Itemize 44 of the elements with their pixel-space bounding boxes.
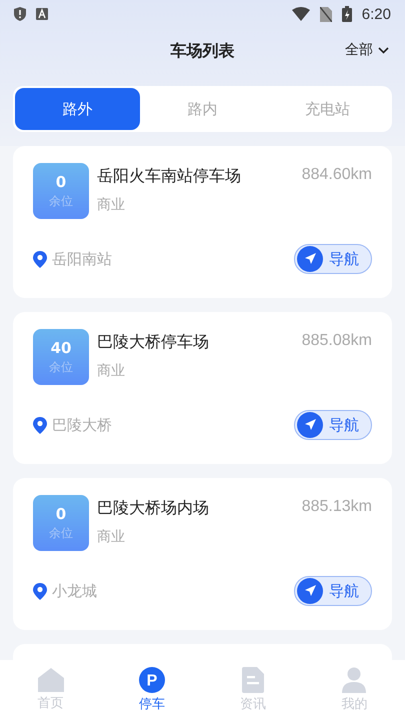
spaces-count: 0 [56, 504, 66, 522]
navigate-button[interactable]: 导航 [294, 244, 372, 274]
chevron-down-icon [378, 46, 389, 54]
parking-card[interactable]: 0 余位 巴陵大桥场内场 商业 885.13km 小龙城 导航 [13, 478, 392, 630]
navigate-button[interactable]: 导航 [294, 576, 372, 606]
navigate-button[interactable]: 导航 [294, 410, 372, 440]
lot-type: 商业 [97, 362, 126, 380]
segment-tab[interactable]: 充电站 [265, 88, 390, 130]
spaces-label: 余位 [49, 358, 73, 376]
location-pin-icon [33, 582, 47, 600]
home-icon [38, 668, 64, 692]
no-sim-icon [320, 6, 332, 22]
parking-card[interactable]: 0 余位 岳阳火车南站停车场 商业 884.60km 岳阳南站 导航 [13, 146, 392, 298]
distance: 884.60km [302, 166, 372, 184]
lot-name: 巴陵大桥停车场 [97, 332, 210, 353]
lot-name: 岳阳火车南站停车场 [97, 166, 242, 187]
location-pin-icon [33, 416, 47, 434]
wifi-icon [292, 7, 310, 21]
location-text: 岳阳南站 [52, 250, 112, 268]
filter-dropdown[interactable]: 全部 [345, 41, 389, 59]
document-icon [242, 667, 264, 693]
location-pin-icon [33, 250, 47, 268]
keyboard-icon [36, 8, 48, 20]
distance: 885.13km [302, 498, 372, 516]
parking-icon: P [138, 667, 165, 693]
location-text: 小龙城 [52, 582, 97, 600]
clock-time: 6:20 [362, 6, 391, 22]
distance: 885.08km [302, 332, 372, 350]
parking-card[interactable]: 40 余位 巴陵大桥停车场 商业 885.08km 巴陵大桥 导航 [13, 312, 392, 464]
person-icon [342, 667, 366, 693]
nav-tab[interactable]: P 停车 [101, 667, 202, 713]
segment-tab[interactable]: 路外 [15, 88, 140, 130]
spaces-label: 余位 [49, 192, 73, 210]
lot-type: 商业 [97, 528, 126, 546]
spaces-count: 0 [56, 172, 66, 190]
battery-icon [342, 6, 352, 22]
spaces-count: 40 [50, 338, 72, 356]
lot-type: 商业 [97, 196, 126, 214]
location-text: 巴陵大桥 [52, 416, 112, 434]
shield-icon [14, 7, 26, 21]
lot-name: 巴陵大桥场内场 [97, 498, 210, 519]
segment-tab[interactable]: 路内 [140, 88, 265, 130]
page-title: 车场列表 [170, 40, 234, 62]
spaces-label: 余位 [49, 524, 73, 542]
